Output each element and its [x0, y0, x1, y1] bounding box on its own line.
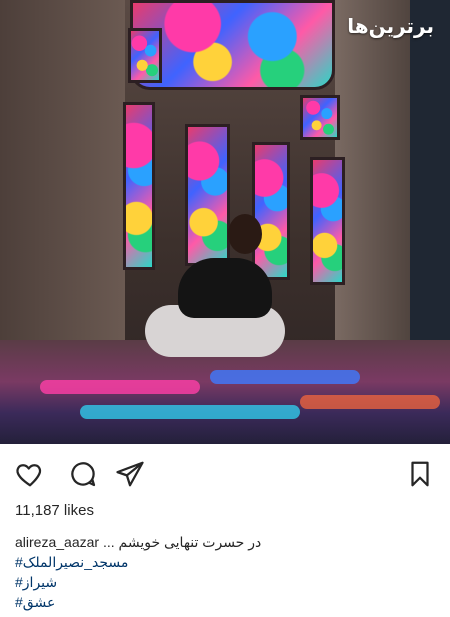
comment-icon[interactable]: [68, 459, 98, 489]
stained-glass-window-3: [252, 142, 290, 280]
light-reflection: [80, 405, 300, 419]
light-reflection: [210, 370, 360, 384]
post-action-bar: [0, 444, 450, 500]
person-body: [178, 258, 272, 318]
stained-glass-window-2: [185, 124, 230, 266]
hashtag[interactable]: #مسجد_نصیرالملک: [15, 552, 435, 572]
caption-text: ... در حسرت تنهایی خویشم: [102, 534, 262, 550]
stained-glass-window-1: [123, 102, 155, 270]
photo-tile-panel: [410, 0, 450, 340]
site-watermark: برترین‌ها: [347, 16, 434, 38]
stained-glass-small-right: [300, 95, 340, 140]
hashtag[interactable]: #شیراز: [15, 572, 435, 592]
post-caption: alireza_aazar ... در حسرت تنهایی خویشم #…: [15, 532, 435, 612]
post-photo[interactable]: برترین‌ها: [0, 0, 450, 444]
person-head: [228, 214, 262, 254]
stained-glass-small-left: [128, 28, 162, 83]
save-icon[interactable]: [405, 459, 435, 489]
photo-wall-left: [0, 0, 125, 340]
light-reflection: [40, 380, 200, 394]
like-count[interactable]: 11,187 likes: [15, 502, 94, 519]
caption-username[interactable]: alireza_aazar: [15, 534, 99, 550]
heart-icon[interactable]: [15, 459, 45, 489]
share-icon[interactable]: [115, 459, 145, 489]
caption-first-line: alireza_aazar ... در حسرت تنهایی خویشم: [15, 532, 435, 552]
light-reflection: [300, 395, 440, 409]
stained-glass-window-4: [310, 157, 345, 285]
hashtag[interactable]: #عشق: [15, 592, 435, 612]
